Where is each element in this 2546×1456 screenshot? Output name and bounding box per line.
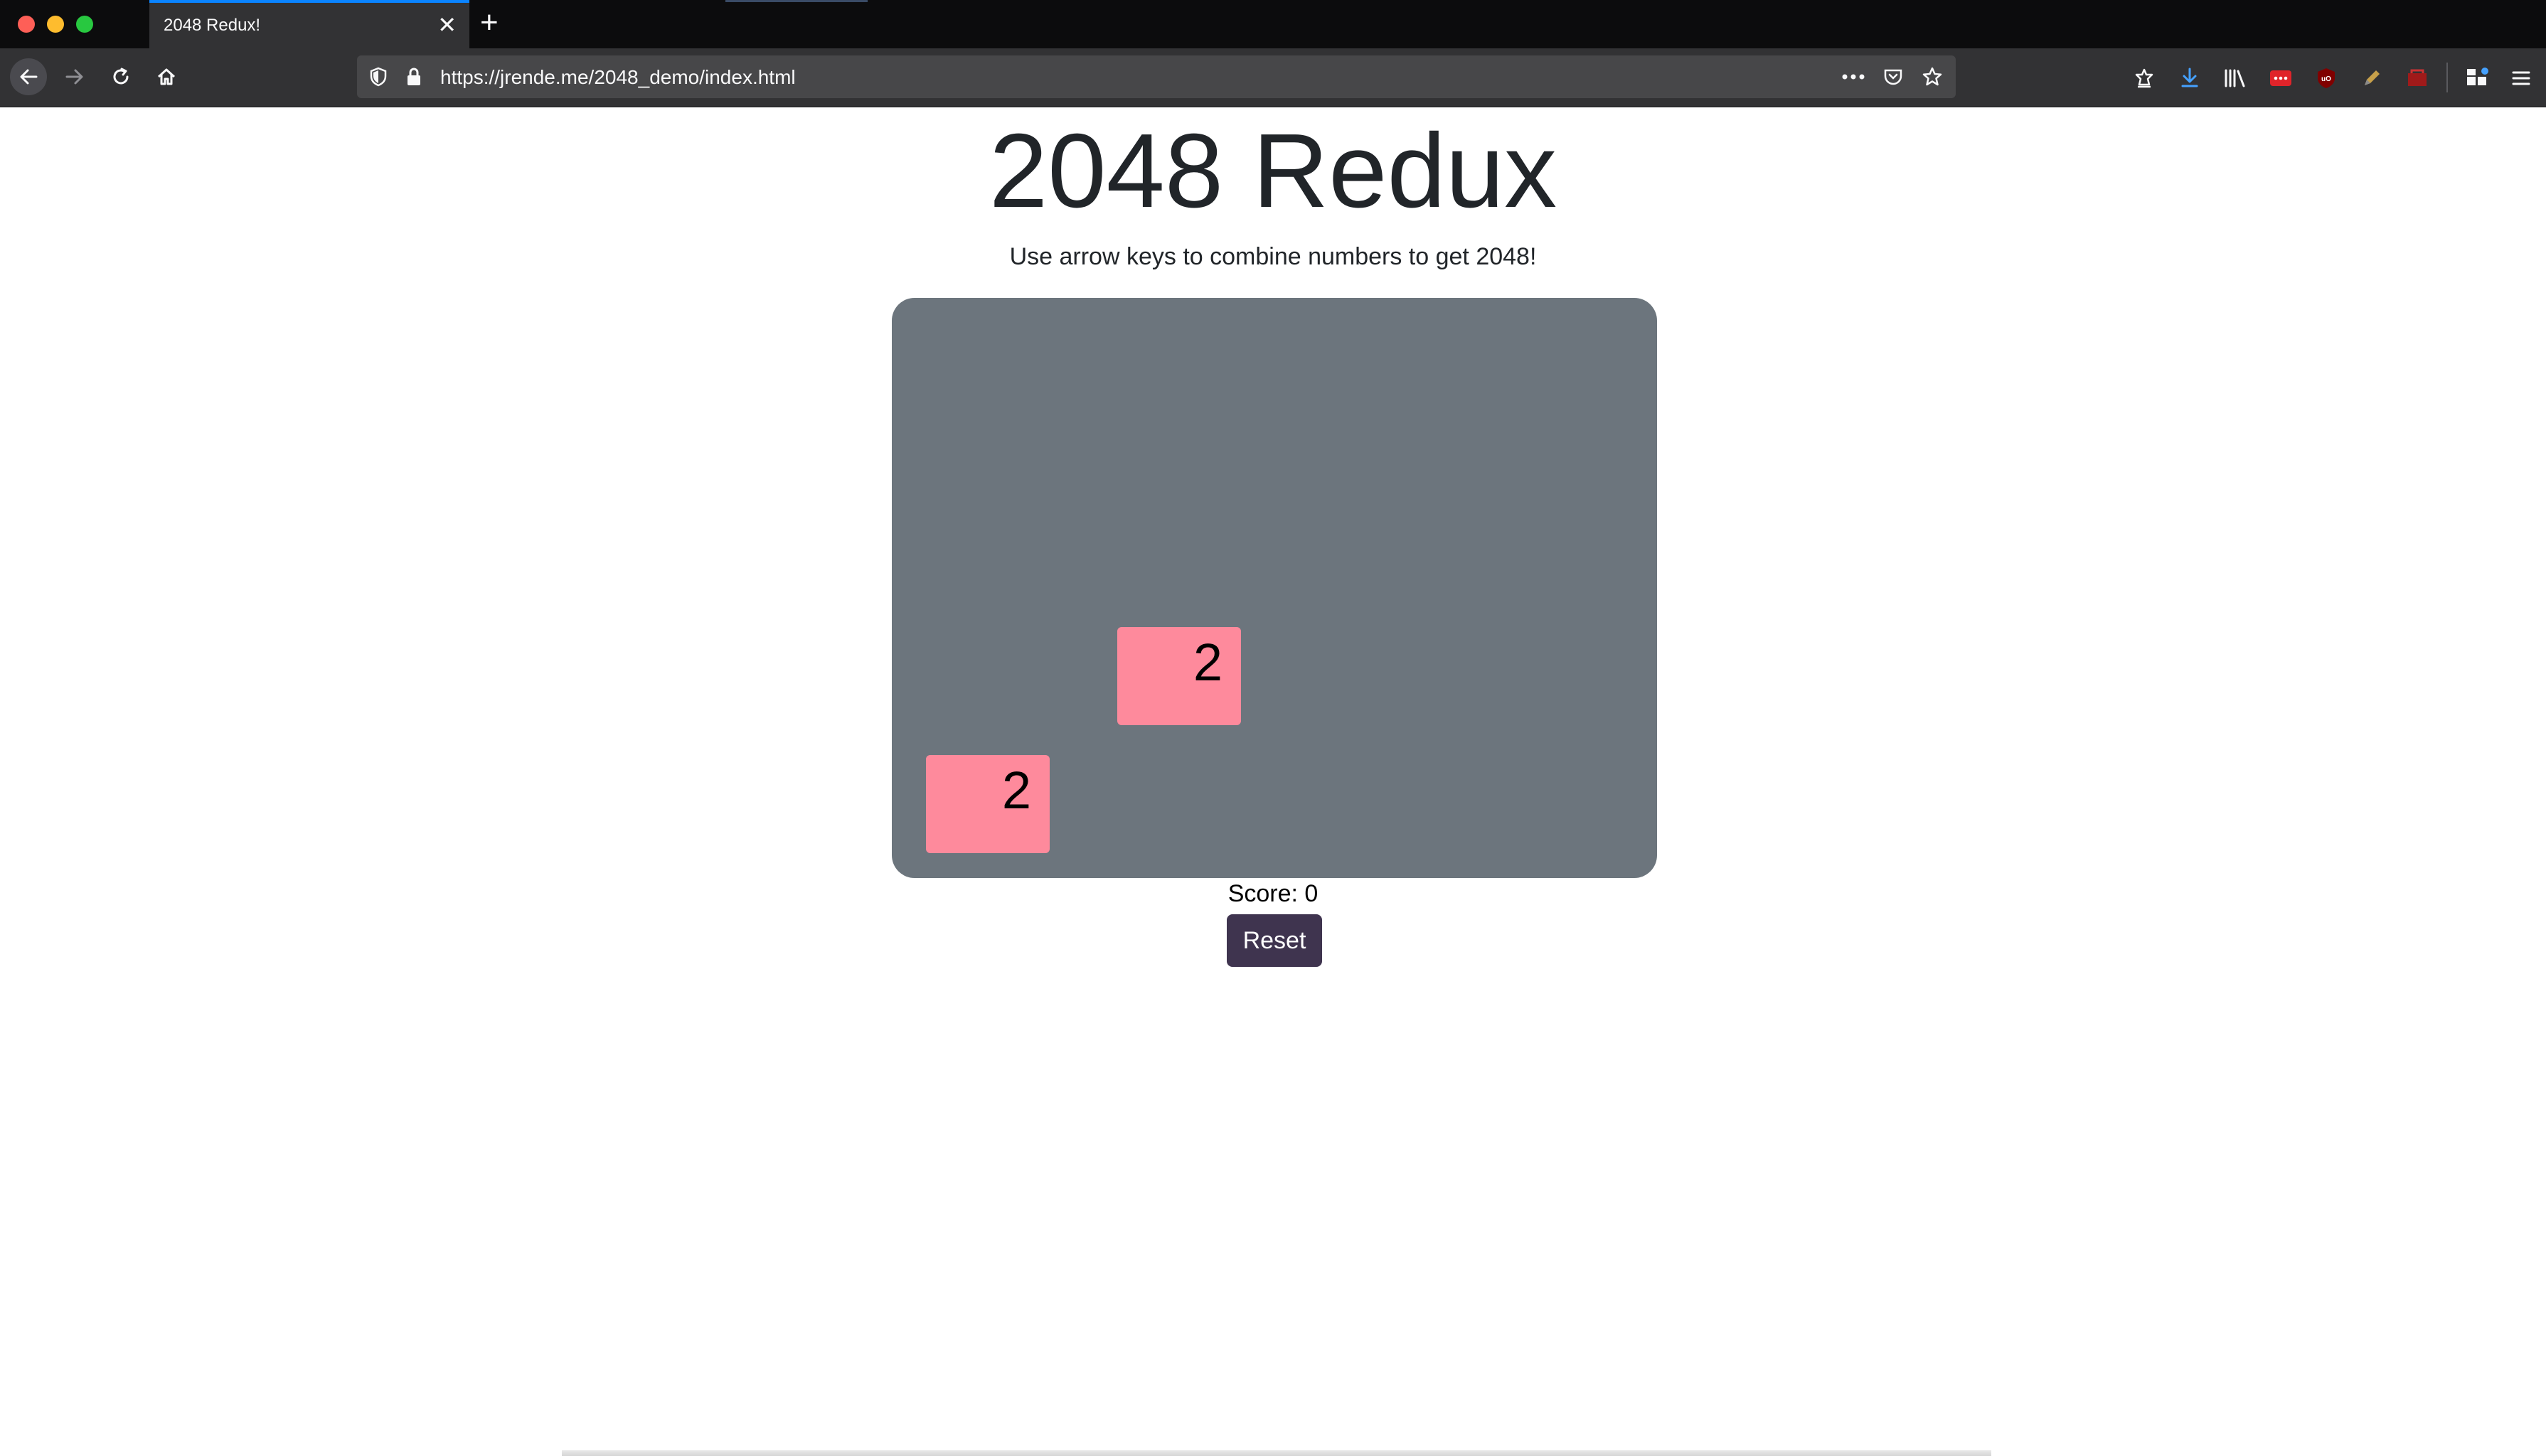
download-icon[interactable] [2175, 64, 2204, 92]
score-label: Score: 0 [1227, 880, 1319, 907]
shield-icon[interactable] [366, 64, 391, 90]
navigation-bar: https://jrende.me/2048_demo/index.html u… [0, 48, 2546, 107]
forward-icon[interactable] [57, 59, 92, 95]
pocket-icon[interactable] [1880, 64, 1906, 90]
reset-button[interactable]: Reset [1227, 914, 1322, 967]
window-close-button[interactable] [18, 16, 35, 33]
pen-icon[interactable] [2358, 64, 2386, 92]
close-icon[interactable]: ✕ [437, 14, 457, 36]
tab-strip-accent [725, 0, 868, 2]
library-icon[interactable] [2221, 64, 2249, 92]
bottom-edge [562, 1450, 1991, 1456]
ublock-icon[interactable]: uO [2312, 64, 2340, 92]
back-icon[interactable] [10, 58, 47, 95]
toolbar-separator [2446, 63, 2448, 92]
star-icon[interactable] [1919, 64, 1945, 90]
svg-text:uO: uO [2321, 75, 2331, 83]
url-bar[interactable]: https://jrende.me/2048_demo/index.html [357, 55, 1956, 98]
window-maximize-button[interactable] [76, 16, 93, 33]
menu-icon[interactable] [2507, 64, 2535, 92]
tile: 2 [1117, 627, 1241, 725]
tile-value: 2 [1193, 633, 1223, 692]
tile: 2 [926, 755, 1050, 853]
lock-icon[interactable] [401, 64, 427, 90]
instructions-text: Use arrow keys to combine numbers to get… [1009, 243, 1537, 270]
tile-value: 2 [1001, 761, 1031, 820]
extension-icon[interactable] [2267, 64, 2295, 92]
more-icon[interactable] [1841, 64, 1866, 90]
url-text[interactable]: https://jrende.me/2048_demo/index.html [440, 66, 796, 89]
page-content: 2048 Redux Use arrow keys to combine num… [0, 107, 2546, 1456]
reload-icon[interactable] [103, 59, 139, 95]
page-title: 2048 Redux [989, 112, 1557, 230]
extension-red-icon[interactable] [2403, 64, 2432, 92]
home-icon[interactable] [149, 59, 184, 95]
tab-strip: 2048 Redux! ✕ + [0, 0, 2546, 48]
tab-title: 2048 Redux! [164, 16, 261, 35]
new-tab-icon[interactable]: + [480, 7, 499, 38]
window-minimize-button[interactable] [47, 16, 64, 33]
sync-icon[interactable] [2130, 64, 2158, 92]
game-board[interactable]: 22 [892, 298, 1657, 878]
extensions-icon[interactable] [2463, 64, 2491, 92]
tab-active[interactable]: 2048 Redux! ✕ [149, 0, 469, 48]
